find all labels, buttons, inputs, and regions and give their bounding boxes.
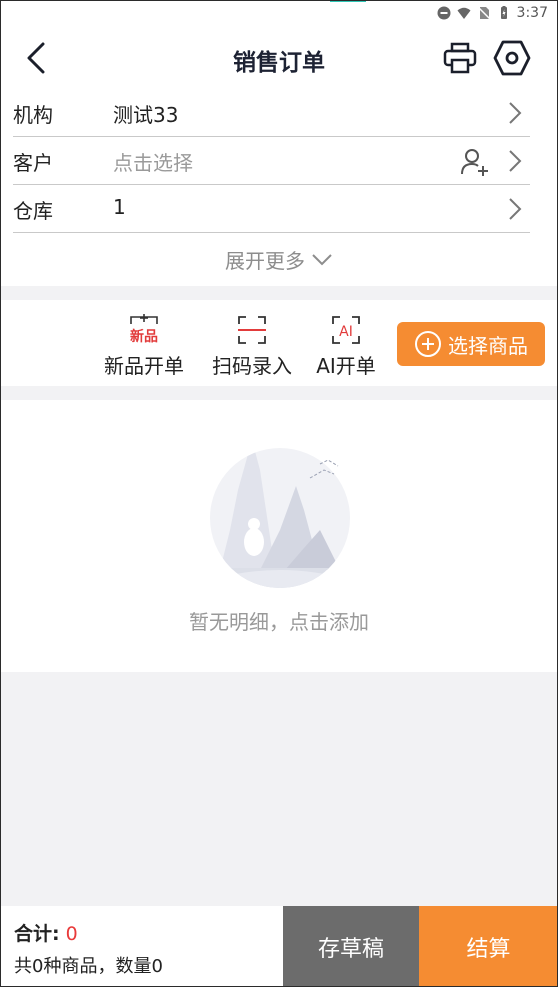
status-time: 3:37 (516, 5, 548, 21)
customer-label: 客户 (13, 151, 53, 175)
chevron-right-icon (509, 102, 522, 124)
select-product-button[interactable]: 选择商品 (397, 322, 545, 366)
new-product-order-label: 新品开单 (104, 354, 184, 378)
org-row[interactable]: 机构 测试33 (13, 90, 530, 137)
save-draft-button[interactable]: 存草稿 (283, 906, 419, 987)
status-icons: 3:37 (437, 5, 548, 21)
order-form: 机构 测试33 客户 点击选择 仓库 1 展开更多 (0, 90, 558, 286)
battery-icon (500, 6, 507, 19)
chevron-down-icon (312, 253, 332, 265)
total-label: 合计: (14, 923, 60, 945)
no-sim-icon (477, 6, 491, 20)
status-accent-line (330, 0, 366, 2)
svg-text:新品: 新品 (130, 328, 158, 345)
empty-state-illustration (210, 448, 350, 588)
chevron-right-icon (509, 150, 522, 172)
do-not-disturb-icon (437, 6, 451, 20)
settings-button[interactable] (492, 38, 532, 78)
status-bar: 3:37 (0, 0, 558, 28)
org-label: 机构 (13, 103, 53, 127)
customer-value: 点击选择 (113, 151, 193, 175)
scan-icon (238, 316, 266, 344)
total-row: 合计: 0 (14, 919, 78, 946)
total-value: 0 (65, 923, 78, 945)
printer-icon (443, 42, 477, 74)
customer-row[interactable]: 客户 点击选择 (13, 138, 530, 185)
new-product-order-button[interactable]: 新品 新品开单 (99, 314, 189, 379)
expand-more-label: 展开更多 (225, 249, 305, 273)
svg-text:AI: AI (339, 324, 353, 340)
action-bar: 新品 新品开单 扫码录入 AI AI开单 选择商品 (0, 300, 558, 386)
warehouse-value: 1 (113, 195, 126, 219)
org-value: 测试33 (113, 103, 179, 127)
ai-order-button[interactable]: AI AI开单 (312, 314, 380, 379)
scan-entry-button[interactable]: 扫码录入 (206, 314, 298, 379)
warehouse-row[interactable]: 仓库 1 (13, 186, 530, 233)
app-header: 销售订单 (0, 28, 558, 90)
add-customer-icon[interactable] (460, 147, 490, 177)
new-product-icon: 新品 (130, 314, 158, 345)
scan-entry-label: 扫码录入 (212, 354, 292, 378)
chevron-right-icon (509, 198, 522, 220)
checkout-button[interactable]: 结算 (419, 906, 558, 987)
bottom-bar: 合计: 0 共0种商品，数量0 存草稿 结算 (0, 906, 558, 987)
order-summary: 共0种商品，数量0 (14, 956, 163, 977)
plus-circle-icon (415, 331, 441, 357)
empty-state-text: 暂无明细，点击添加 (189, 610, 369, 634)
print-button[interactable] (440, 38, 480, 78)
expand-more-toggle[interactable]: 展开更多 (0, 245, 558, 274)
hexagon-settings-icon (493, 40, 531, 76)
select-product-label: 选择商品 (448, 333, 528, 358)
warehouse-label: 仓库 (13, 199, 53, 223)
ai-order-label: AI开单 (316, 354, 376, 378)
empty-detail-area[interactable]: 暂无明细，点击添加 (0, 400, 558, 672)
ai-icon: AI (332, 316, 360, 344)
wifi-icon (457, 7, 471, 19)
